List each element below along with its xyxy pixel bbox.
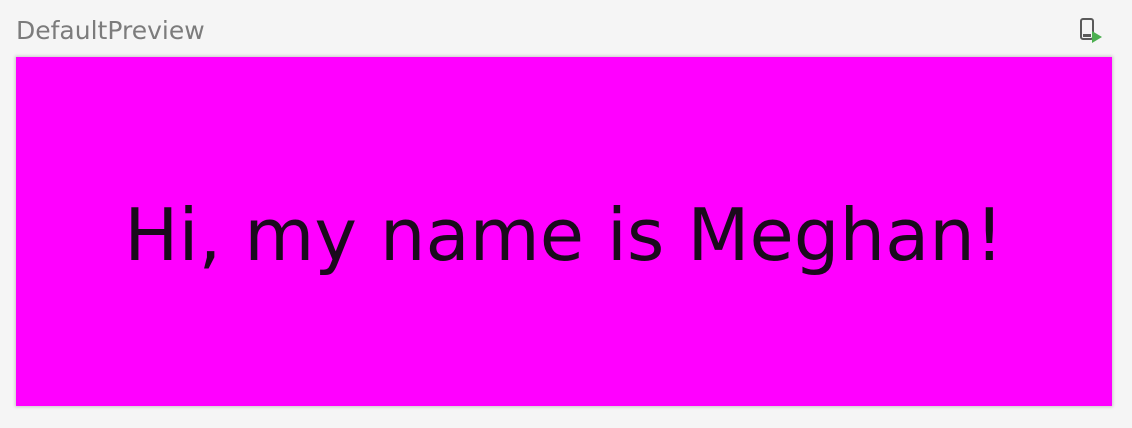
- deploy-to-device-icon: [1080, 18, 1102, 43]
- preview-title: DefaultPreview: [16, 16, 205, 45]
- preview-canvas: Hi, my name is Meghan!: [16, 57, 1112, 406]
- play-triangle: [1092, 31, 1102, 43]
- greeting-text: Hi, my name is Meghan!: [124, 192, 1004, 277]
- deploy-preview-button[interactable]: [1074, 14, 1108, 48]
